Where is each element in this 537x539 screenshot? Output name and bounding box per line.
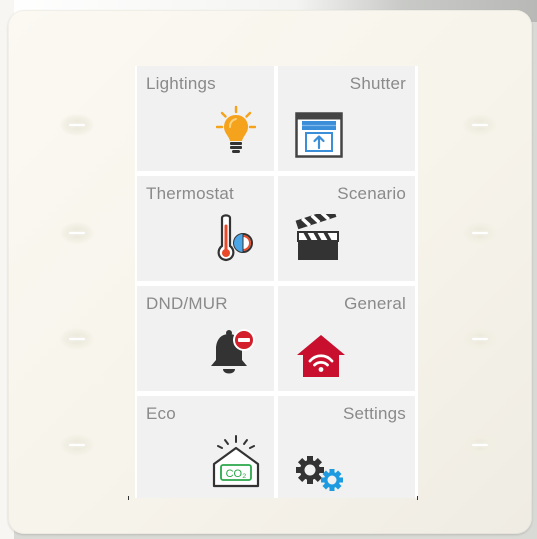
lightbulb-icon xyxy=(216,105,256,153)
tile-dnd-mur[interactable]: DND/MUR xyxy=(137,286,274,391)
tile-shutter-label: Shutter xyxy=(349,74,406,93)
tile-settings[interactable]: Settings xyxy=(278,396,415,498)
shutter-icon xyxy=(295,112,343,158)
side-button-right-4[interactable] xyxy=(463,434,497,456)
tile-settings-label: Settings xyxy=(342,404,406,423)
tile-thermostat[interactable]: Thermostat xyxy=(137,176,274,281)
screen-edge-mark-left xyxy=(128,496,129,500)
co2-text: CO₂ xyxy=(226,468,247,480)
thermostat-icon xyxy=(217,214,253,262)
side-button-right-3[interactable] xyxy=(463,328,497,350)
screen-edge-mark-right xyxy=(417,496,418,500)
tile-lightings[interactable]: Lightings xyxy=(137,66,274,171)
tile-scenario-label: Scenario xyxy=(337,184,406,203)
home-wifi-icon xyxy=(297,335,345,377)
side-button-left-4[interactable] xyxy=(60,434,94,456)
side-button-left-2[interactable] xyxy=(60,222,94,244)
clapperboard-icon xyxy=(295,214,339,260)
tile-thermostat-label: Thermostat xyxy=(146,184,234,203)
gears-icon xyxy=(296,456,343,491)
side-button-right-1[interactable] xyxy=(463,114,497,136)
tile-lightings-label: Lightings xyxy=(146,74,216,93)
tile-dnd-mur-label: DND/MUR xyxy=(146,294,228,313)
tile-eco-label: Eco xyxy=(146,404,176,423)
co2-house-icon: CO₂ xyxy=(212,435,260,488)
bell-dnd-icon xyxy=(211,329,255,374)
tile-general-label: General xyxy=(344,294,406,313)
touch-screen: Lightings Shutter Thermostat Scenario DN… xyxy=(135,66,418,498)
tile-general[interactable]: General xyxy=(278,286,415,391)
tile-eco[interactable]: Eco CO₂ xyxy=(137,396,274,498)
tile-scenario[interactable]: Scenario xyxy=(278,176,415,281)
side-button-left-3[interactable] xyxy=(60,328,94,350)
side-button-right-2[interactable] xyxy=(463,222,497,244)
side-button-left-1[interactable] xyxy=(60,114,94,136)
tile-shutter[interactable]: Shutter xyxy=(278,66,415,171)
